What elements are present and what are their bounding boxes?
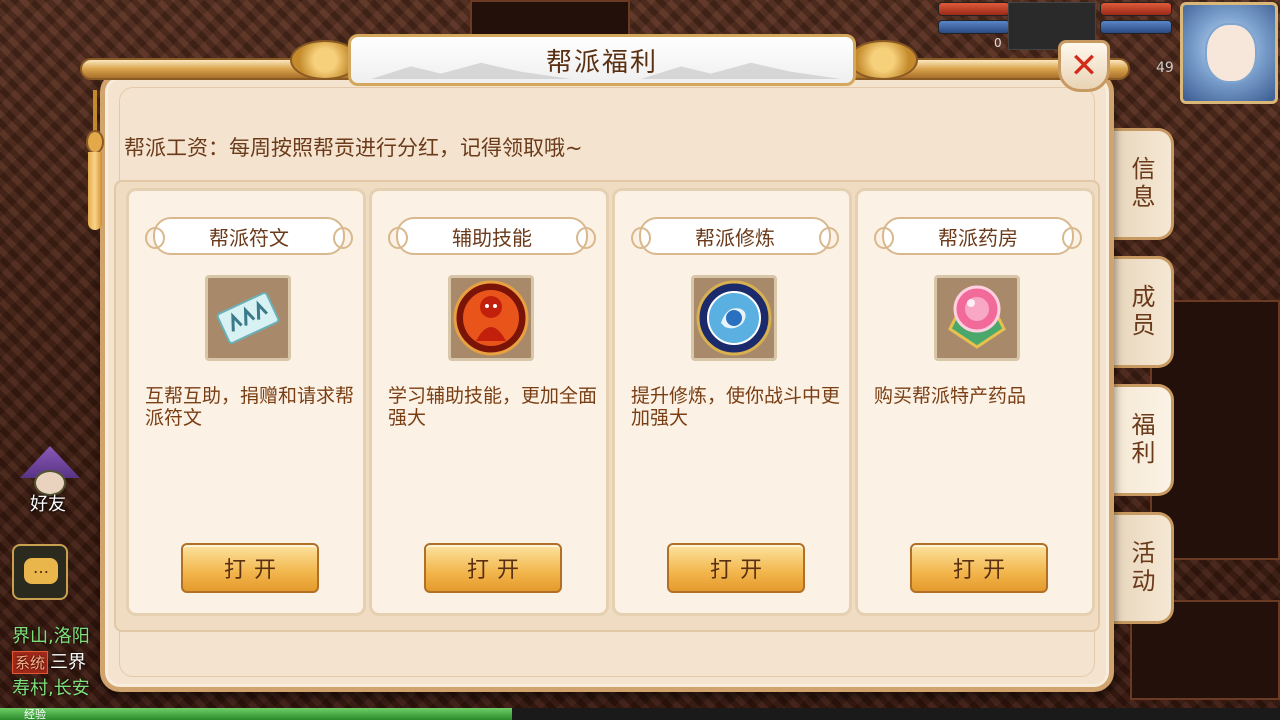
chat-line: 界山,洛阳 [12, 622, 90, 648]
welfare-card-support-skills: 辅助技能 学习辅助技能，更加全面强大 打开 [369, 188, 609, 616]
tab-welfare[interactable]: 福利 [1112, 384, 1174, 496]
tab-activities[interactable]: 活动 [1112, 512, 1174, 624]
exp-bar-fill [0, 708, 512, 720]
card-title: 帮派修炼 [695, 225, 775, 250]
close-button[interactable]: ✕ [1058, 40, 1110, 92]
card-description: 互帮互助，捐赠和请求帮派符文 [145, 385, 355, 429]
open-support-skills-button[interactable]: 打开 [424, 543, 562, 593]
panel-title: 帮派福利 [545, 47, 658, 78]
chat-line-text: 界山,洛阳 [12, 626, 90, 647]
tassel-knot [86, 130, 104, 154]
welfare-card-cultivation: 帮派修炼 提升修炼，使你战斗中更加强大 打开 [612, 188, 852, 616]
pet-status-bars [938, 2, 1010, 38]
cultivation-orb-icon [691, 275, 777, 361]
card-description: 提升修炼，使你战斗中更加强大 [631, 385, 841, 429]
tab-label: 成员 [1127, 284, 1155, 340]
open-pharmacy-button[interactable]: 打开 [910, 543, 1048, 593]
player-level: 49 [1156, 60, 1174, 76]
exp-bar [0, 708, 1280, 720]
open-cultivation-button[interactable]: 打开 [667, 543, 805, 593]
mountain-decoration [641, 62, 841, 79]
card-title-frame: 帮派药房 [874, 217, 1082, 255]
tab-label: 活动 [1127, 540, 1155, 596]
title-scroll-ornament-right [848, 40, 918, 80]
card-title: 帮派符文 [209, 225, 289, 250]
chat-bubble-icon: … [24, 558, 58, 584]
tab-label: 信息 [1127, 156, 1155, 212]
chat-line: 寿村,长安 [12, 674, 90, 700]
card-description: 购买帮派特产药品 [874, 385, 1027, 407]
tassel-fringe [88, 152, 102, 230]
open-button-label: 打开 [466, 558, 527, 583]
player-portrait[interactable] [1180, 2, 1278, 104]
friends-button[interactable]: 好友 [14, 442, 86, 515]
portrait-face-icon [1205, 23, 1257, 83]
player-hp-bar [1100, 2, 1172, 16]
player-status-bars [1100, 2, 1172, 38]
pharmacy-gem-icon [934, 275, 1020, 361]
friends-label: 好友 [30, 494, 66, 515]
chat-line: 系统 三界 [12, 648, 86, 674]
system-tag: 系统 [12, 651, 49, 674]
open-button-label: 打开 [709, 558, 770, 583]
pet-bar-value: 0 [994, 36, 1002, 50]
tab-members[interactable]: 成员 [1112, 256, 1174, 368]
rune-scroll-icon [205, 275, 291, 361]
chat-line-text: 三界 [50, 652, 87, 673]
tassel-decoration [84, 90, 106, 230]
card-title: 帮派药房 [938, 225, 1018, 250]
chat-button[interactable]: … [12, 544, 68, 600]
chat-line-text: 寿村,长安 [12, 678, 90, 699]
open-button-label: 打开 [223, 558, 284, 583]
card-title-frame: 帮派修炼 [631, 217, 839, 255]
tab-info[interactable]: 信息 [1112, 128, 1174, 240]
pet-hp-bar [938, 2, 1010, 16]
tab-label: 福利 [1127, 412, 1155, 468]
welfare-card-pharmacy: 帮派药房 购买帮派特产药品 打开 [855, 188, 1095, 616]
player-mp-bar [1100, 20, 1172, 34]
mountain-decoration [371, 62, 571, 79]
exp-label: 经验 [24, 708, 46, 720]
fire-skill-icon [448, 275, 534, 361]
card-title-frame: 帮派符文 [145, 217, 353, 255]
card-title: 辅助技能 [452, 225, 532, 250]
title-banner: 帮派福利 [348, 34, 856, 86]
close-icon: ✕ [1069, 46, 1099, 86]
welfare-card-runes: 帮派符文 互帮互助，捐赠和请求帮派符文 打开 [126, 188, 366, 616]
open-button-label: 打开 [952, 558, 1013, 583]
card-description: 学习辅助技能，更加全面强大 [388, 385, 598, 429]
pet-mp-bar [938, 20, 1010, 34]
guild-salary-notice: 帮派工资：每周按照帮贡进行分红，记得领取哦~ [124, 136, 583, 160]
tassel-cord [93, 90, 97, 134]
open-runes-button[interactable]: 打开 [181, 543, 319, 593]
card-title-frame: 辅助技能 [388, 217, 596, 255]
